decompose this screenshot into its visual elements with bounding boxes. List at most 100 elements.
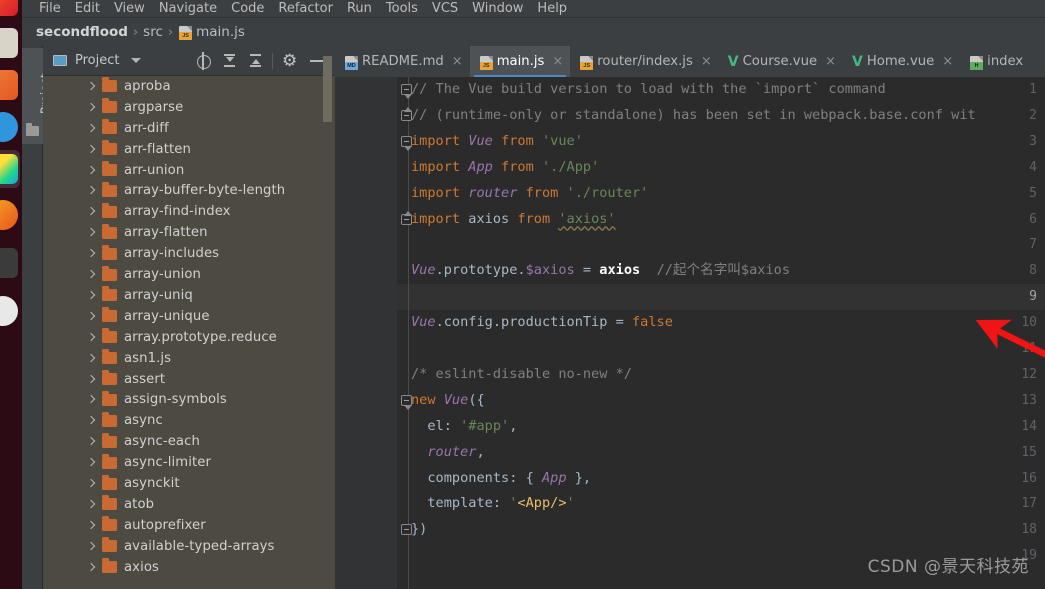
menu-item-window[interactable]: Window [465,0,530,18]
editor-tab-main-js[interactable]: main.js × [469,46,571,77]
tree-item[interactable]: array-includes [43,243,335,264]
close-icon[interactable]: × [552,55,563,68]
tree-item[interactable]: async-each [43,431,335,452]
chevron-right-icon[interactable] [85,289,98,302]
tree-item[interactable]: async [43,410,335,431]
code-fold-marker[interactable] [401,394,412,410]
breadcrumb-file[interactable]: main.js [196,24,245,40]
chevron-right-icon[interactable] [85,164,98,177]
chevron-right-icon[interactable] [85,247,98,260]
tree-item[interactable]: arr-flatten [43,139,335,160]
chevron-right-icon[interactable] [85,80,98,93]
chevron-right-icon[interactable] [85,184,98,197]
menu-item-tools[interactable]: Tools [379,0,425,18]
tree-item[interactable]: asynckit [43,473,335,494]
chevron-down-icon[interactable] [131,58,142,63]
tree-item[interactable]: asn1.js [43,348,335,369]
tree-item[interactable]: array-union [43,264,335,285]
close-icon[interactable]: × [452,55,463,68]
chevron-right-icon[interactable] [85,352,98,365]
chevron-right-icon[interactable] [85,519,98,532]
dock-icon-firefox[interactable] [0,0,18,16]
tool-tab-project[interactable]: Project [22,48,52,144]
chevron-right-icon[interactable] [85,331,98,344]
chevron-right-icon[interactable] [85,540,98,553]
tree-item[interactable]: async-limiter [43,452,335,473]
dock-icon-browser[interactable] [0,112,18,142]
chevron-right-icon[interactable] [85,477,98,490]
code-fold-marker[interactable] [401,135,412,151]
tree-item-label: array-uniq [124,287,193,303]
chevron-right-icon[interactable] [85,101,98,114]
chevron-right-icon[interactable] [85,498,98,511]
dock-icon-terminal[interactable] [0,248,18,278]
code-fold-marker[interactable] [401,106,412,121]
code-line: template: '<App/>' [411,491,1045,517]
code-fold-marker[interactable] [401,210,412,225]
chevron-right-icon[interactable] [85,143,98,156]
locate-icon[interactable] [190,46,216,76]
breadcrumb-folder[interactable]: src [143,24,163,40]
editor-tab-course-vue[interactable]: V Course.vue × [719,46,843,77]
tree-item[interactable]: array-flatten [43,222,335,243]
tree-item[interactable]: array-unique [43,306,335,327]
chevron-right-icon[interactable] [85,205,98,218]
menu-item-run[interactable]: Run [340,0,379,18]
dock-icon-software[interactable] [0,70,18,100]
chevron-right-icon[interactable] [85,122,98,135]
tree-item[interactable]: array-uniq [43,285,335,306]
menu-item-navigate[interactable]: Navigate [152,0,224,18]
tree-item[interactable]: aproba [43,76,335,97]
expand-all-icon[interactable] [216,46,242,76]
menu-item-help[interactable]: Help [530,0,574,18]
code-fold-marker[interactable] [401,524,412,536]
editor-tab-readme-md[interactable]: README.md × [335,46,470,77]
code-content[interactable]: // The Vue build version to load with th… [411,77,1045,589]
tree-item[interactable]: array-find-index [43,201,335,222]
js-file-icon [479,55,493,70]
close-icon[interactable]: × [942,55,953,68]
tree-item[interactable]: argparse [43,97,335,118]
close-icon[interactable]: × [701,55,712,68]
chevron-right-icon[interactable] [85,268,98,281]
chevron-right-icon[interactable] [85,561,98,574]
editor-tab-index[interactable]: index [960,46,1030,77]
code-token: 'vue' [541,132,583,149]
dock-icon-help[interactable] [0,296,18,326]
code-fold-marker[interactable] [401,84,412,99]
menu-item-code[interactable]: Code [224,0,271,18]
chevron-right-icon[interactable] [85,226,98,239]
project-tree-scrollbar[interactable] [323,56,332,122]
menu-item-view[interactable]: View [107,0,152,18]
menu-item-refactor[interactable]: Refactor [271,0,340,18]
chevron-right-icon[interactable] [85,310,98,323]
menu-item-vcs[interactable]: VCS [425,0,465,18]
tree-item[interactable]: arr-union [43,160,335,181]
gear-icon[interactable] [277,46,303,76]
chevron-right-icon[interactable] [85,435,98,448]
tree-item[interactable]: assert [43,369,335,390]
tree-item[interactable]: arr-diff [43,118,335,139]
tree-item[interactable]: array.prototype.reduce [43,327,335,348]
chevron-right-icon[interactable] [85,373,98,386]
tree-item-label: arr-diff [124,120,169,136]
dock-icon-intellij[interactable] [0,154,18,184]
editor-tab-router-index-js[interactable]: router/index.js × [570,46,718,77]
chevron-right-icon[interactable] [85,393,98,406]
editor-tab-home-vue[interactable]: V Home.vue × [843,46,960,77]
tree-item[interactable]: array-buffer-byte-length [43,181,335,202]
tree-item[interactable]: assign-symbols [43,390,335,411]
tree-item[interactable]: axios [43,557,335,578]
breadcrumb-project[interactable]: secondflood [36,24,128,40]
menu-item-edit[interactable]: Edit [68,0,107,18]
tree-item[interactable]: available-typed-arrays [43,536,335,557]
chevron-right-icon[interactable] [85,414,98,427]
chevron-right-icon[interactable] [85,456,98,469]
tree-item[interactable]: atob [43,494,335,515]
menu-item-file[interactable]: File [32,0,68,18]
collapse-all-icon[interactable] [242,46,268,76]
dock-icon-files[interactable] [0,28,18,58]
dock-icon-ubuntu[interactable] [0,200,18,230]
close-icon[interactable]: × [825,55,836,68]
tree-item[interactable]: autoprefixer [43,515,335,536]
